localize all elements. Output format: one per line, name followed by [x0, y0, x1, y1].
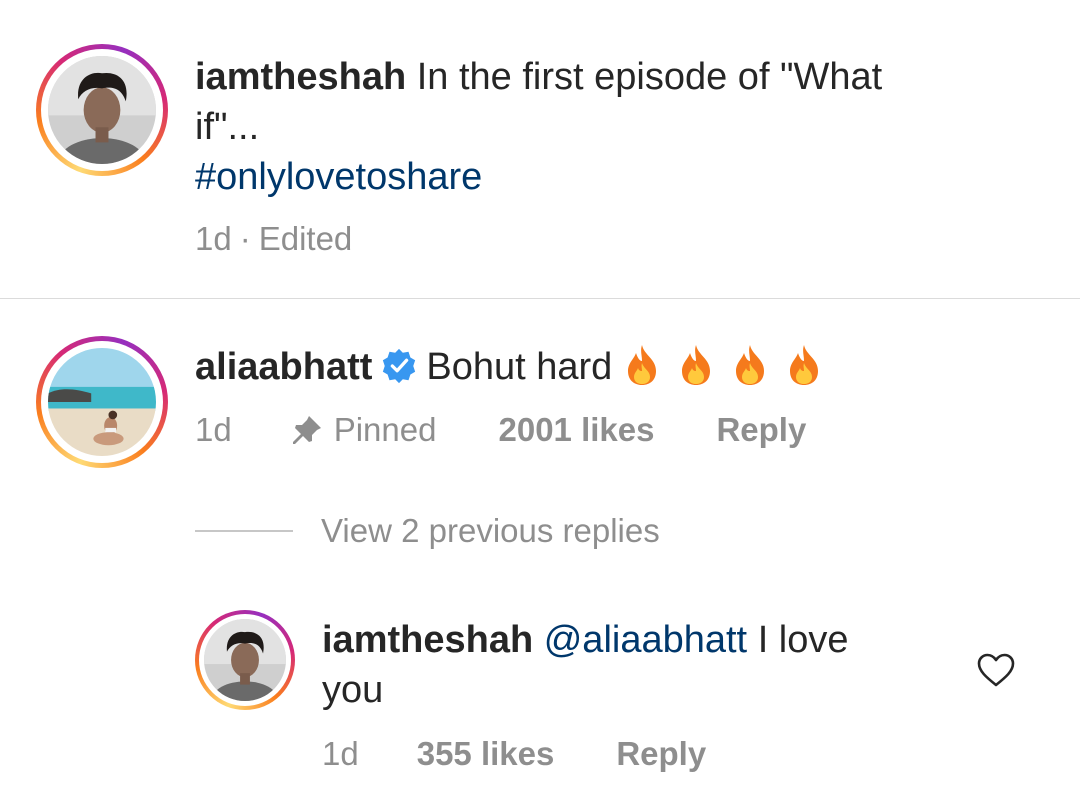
caption-username[interactable]: iamtheshah [195, 56, 406, 98]
divider [0, 298, 1080, 299]
fire-emoji-group [622, 343, 838, 400]
fire-emoji-icon [790, 345, 819, 385]
reply-text-line2: you [322, 669, 384, 711]
caption-avatar [48, 56, 156, 164]
comment-pinned: Pinned [333, 411, 437, 448]
reply-username[interactable]: iamtheshah [322, 619, 533, 661]
reply-meta: 1d 355 likes Reply [322, 735, 706, 773]
profile-photo-beach-icon [48, 348, 156, 456]
reply-time: 1d [322, 735, 359, 772]
caption-meta: 1d · Edited [195, 220, 352, 258]
fire-emoji-icon [682, 345, 711, 385]
caption-text: iamtheshah In the first episode of "What… [195, 52, 1015, 202]
verified-badge-icon [383, 348, 416, 384]
comment-reply-button[interactable]: Reply [716, 411, 806, 449]
comment-time: 1d [195, 411, 232, 448]
caption-separator: · [239, 220, 251, 257]
reply-avatar-ring[interactable] [195, 610, 295, 710]
caption-time: 1d [195, 220, 232, 257]
view-previous-replies[interactable]: View 2 previous replies [195, 512, 660, 550]
profile-photo-man-icon [48, 56, 156, 164]
reply-text-line1: I love [757, 619, 849, 661]
profile-photo-man-icon [204, 619, 286, 701]
caption-text-line2: if"... [195, 106, 260, 148]
caption-avatar-ring[interactable] [36, 44, 168, 176]
comment-avatar [48, 348, 156, 456]
comment-likes[interactable]: 2001 likes [498, 411, 654, 449]
reply-likes[interactable]: 355 likes [417, 735, 555, 773]
comment-meta: 1d Pinned 2001 likes Reply [195, 411, 806, 449]
comment-text: aliaabhatt Bohut hard [195, 342, 1015, 400]
reply-avatar [204, 619, 286, 701]
reply-text: iamtheshah @aliaabhatt I love you [322, 615, 942, 715]
comment-avatar-ring[interactable] [36, 336, 168, 468]
caption-text-line1: In the first episode of "What [416, 56, 883, 98]
reply-reply-button[interactable]: Reply [616, 735, 706, 773]
reply-mention[interactable]: @aliaabhatt [544, 619, 747, 661]
fire-emoji-icon [628, 345, 657, 385]
comment-username[interactable]: aliaabhatt [195, 346, 372, 388]
fire-emoji-icon [736, 345, 765, 385]
caption-edited: Edited [258, 220, 353, 257]
view-replies-line [195, 530, 293, 532]
heart-outline-icon[interactable] [976, 652, 1016, 688]
view-replies-label[interactable]: View 2 previous replies [321, 512, 660, 550]
caption-hashtag[interactable]: #onlylovetoshare [195, 156, 482, 198]
comment-body: Bohut hard [426, 346, 613, 388]
pin-icon [292, 416, 321, 444]
